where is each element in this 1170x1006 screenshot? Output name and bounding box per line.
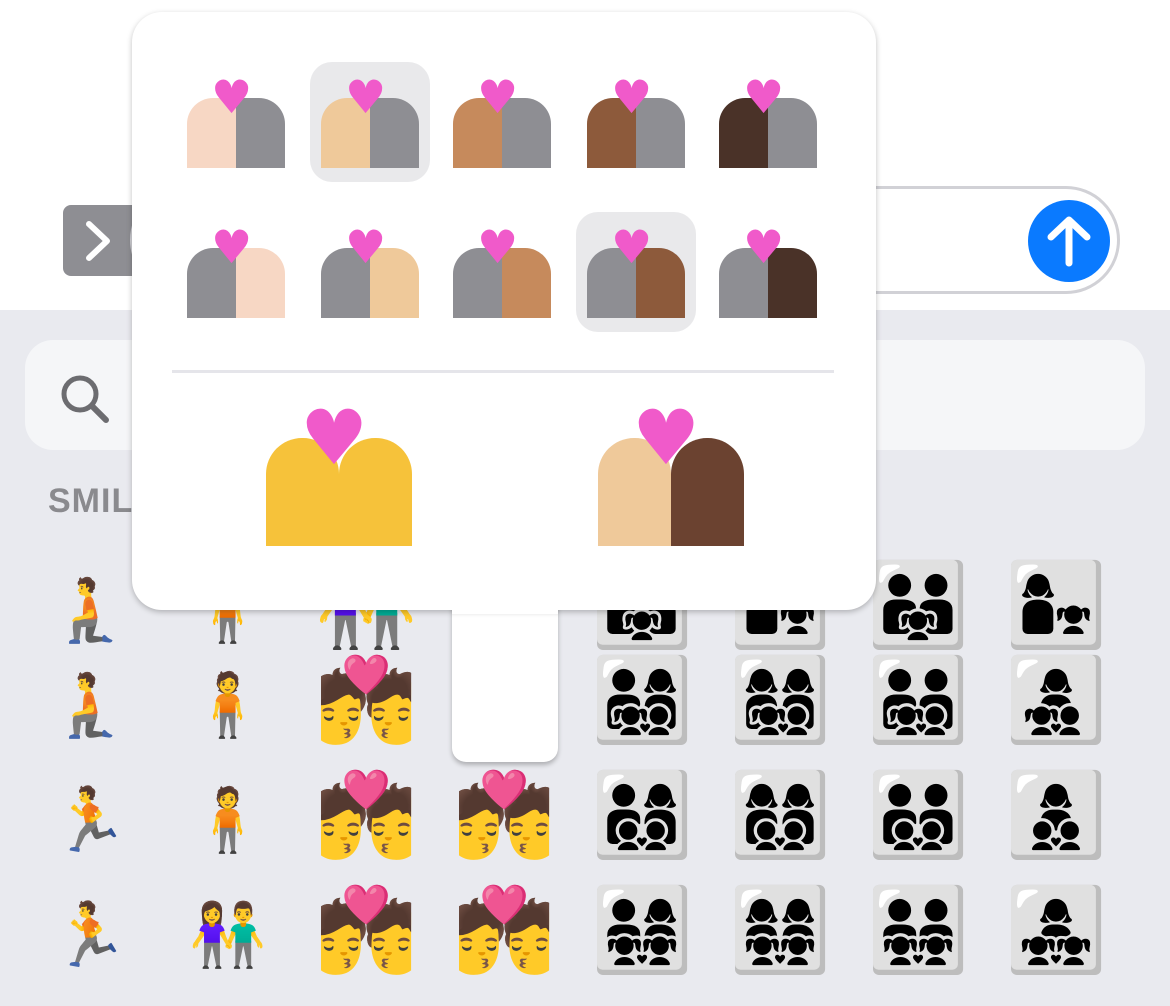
kiss-pair-icon: ♥ [587, 70, 685, 168]
popup-tail [452, 600, 558, 762]
emoji-key[interactable]: 👨‍👩‍👦‍👦 [582, 775, 702, 857]
kiss-option-button[interactable]: ♥ [266, 400, 412, 548]
heart-icon: ♥ [211, 70, 253, 124]
heart-icon: ♥ [300, 393, 369, 482]
popup-tail-joint [452, 590, 558, 614]
search-icon [61, 375, 109, 423]
arrow-up-icon [1047, 216, 1091, 267]
emoji-key[interactable]: 👫 [168, 904, 288, 966]
kiss-pair-icon: ♥ [719, 70, 817, 168]
emoji-key[interactable]: 💏 [306, 890, 426, 972]
skin-tone-option[interactable]: ♥ [442, 212, 562, 332]
emoji-key[interactable]: 🏃 [30, 904, 150, 966]
emoji-key[interactable]: 🧎 [30, 674, 150, 736]
skin-tone-option[interactable]: ♥ [442, 62, 562, 182]
skin-tone-option[interactable]: ♥ [576, 62, 696, 182]
emoji-key[interactable]: 👨‍👨‍👧‍👦 [858, 660, 978, 742]
emoji-key[interactable]: 🧎 [30, 579, 150, 641]
skin-tone-option[interactable]: ♥ [708, 62, 828, 182]
skin-tone-option[interactable]: ♥ [310, 62, 430, 182]
emoji-key[interactable]: 🧍 [168, 789, 288, 851]
kiss-pair-icon: ♥ [453, 220, 551, 318]
heart-icon: ♥ [611, 70, 653, 124]
heart-icon: ♥ [632, 393, 701, 482]
kiss-pair-icon: ♥ [321, 70, 419, 168]
heart-icon: ♥ [743, 220, 785, 274]
heart-icon: ♥ [211, 220, 253, 274]
heart-icon: ♥ [345, 220, 387, 274]
kiss-pair-icon: ♥ [453, 70, 551, 168]
emoji-key[interactable]: 👩‍👩‍👧‍👦 [720, 660, 840, 742]
emoji-key[interactable]: 👨‍👨‍👧 [858, 565, 978, 647]
skin-tone-option[interactable]: ♥ [576, 212, 696, 332]
heart-icon: ♥ [345, 70, 387, 124]
emoji-key[interactable]: 👨‍👨‍👧‍👧 [858, 890, 978, 972]
skin-tone-popup: ♥ ♥ ♥ ♥ ♥ ♥ ♥ ♥ ♥ ♥ [132, 12, 876, 610]
skin-tone-option[interactable]: ♥ [176, 62, 296, 182]
popup-divider [172, 370, 834, 373]
kiss-pair-icon: ♥ [321, 220, 419, 318]
emoji-key[interactable]: 👩‍👦‍👦 [996, 775, 1116, 857]
emoji-key[interactable]: 👨‍👨‍👦‍👦 [858, 775, 978, 857]
emoji-key[interactable]: 👩‍👧 [996, 565, 1116, 647]
emoji-key[interactable]: 💏 [306, 660, 426, 742]
emoji-key[interactable]: 💏 [444, 775, 564, 857]
emoji-key[interactable]: 🧍 [168, 674, 288, 736]
heart-icon: ♥ [743, 70, 785, 124]
kiss-pair-icon: ♥ [187, 220, 285, 318]
heart-icon: ♥ [477, 220, 519, 274]
emoji-key[interactable]: 👨‍👩‍👧‍👧 [582, 890, 702, 972]
heart-icon: ♥ [611, 220, 653, 274]
emoji-key[interactable]: 👨‍👩‍👧‍👦 [582, 660, 702, 742]
emoji-key[interactable]: 👩‍👧‍👧 [996, 890, 1116, 972]
emoji-key[interactable]: 👩‍👧‍👦 [996, 660, 1116, 742]
kiss-pair-icon: ♥ [719, 220, 817, 318]
heart-icon: ♥ [477, 70, 519, 124]
kiss-pair-icon: ♥ [587, 220, 685, 318]
kiss-option-button[interactable]: ♥ [598, 400, 744, 548]
emoji-key[interactable]: 💏 [306, 775, 426, 857]
section-label: SMILEYS & PEOPLE [48, 482, 132, 520]
emoji-key[interactable]: 👩‍👩‍👦‍👦 [720, 775, 840, 857]
skin-tone-option[interactable]: ♥ [708, 212, 828, 332]
emoji-key[interactable]: 🏃 [30, 789, 150, 851]
chevron-right-icon [86, 220, 110, 261]
emoji-key[interactable]: 👩‍👩‍👧‍👧 [720, 890, 840, 972]
skin-tone-option[interactable]: ♥ [176, 212, 296, 332]
skin-tone-option[interactable]: ♥ [310, 212, 430, 332]
send-button[interactable] [1028, 200, 1110, 282]
expand-apps-button[interactable] [63, 205, 133, 276]
kiss-pair-icon: ♥ [187, 70, 285, 168]
emoji-key[interactable]: 💏 [444, 890, 564, 972]
